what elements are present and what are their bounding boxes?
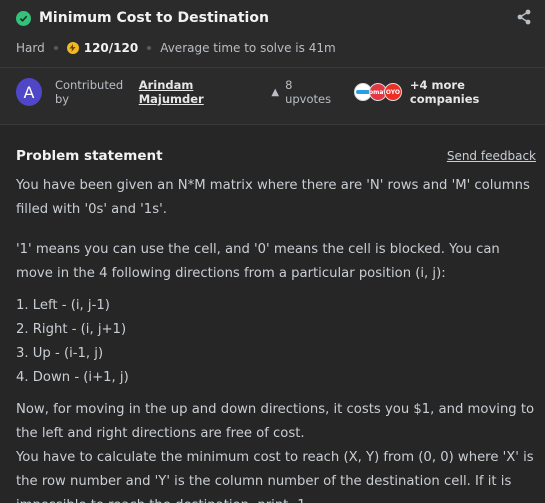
oyo-logo: OYO xyxy=(383,83,402,101)
average-time: Average time to solve is 41m xyxy=(160,41,336,55)
directions-list: 1. Left - (i, j-1) 2. Right - (i, j+1) 3… xyxy=(16,294,536,390)
problem-title: Minimum Cost to Destination xyxy=(39,10,269,26)
coin-icon xyxy=(66,42,79,54)
statement-paragraph-2: '1' means you can use the cell, and '0' … xyxy=(16,242,500,281)
statement-paragraph-3: Now, for moving in the up and down direc… xyxy=(16,402,535,441)
author-link[interactable]: Arindam Majumder xyxy=(139,78,254,106)
company-logos: zomato OYO xyxy=(353,83,402,101)
meta-row: Hard 120/120 Average time to solve is 41… xyxy=(16,36,529,60)
check-icon xyxy=(16,10,31,26)
statement-paragraph-1: You have been given an N*M matrix where … xyxy=(16,178,530,217)
separator-dot xyxy=(147,46,152,50)
separator-dot xyxy=(53,46,58,50)
direction-item: 2. Right - (i, j+1) xyxy=(16,322,127,337)
direction-item: 1. Left - (i, j-1) xyxy=(16,298,110,313)
direction-item: 4. Down - (i+1, j) xyxy=(16,370,129,385)
contributor-row: A Contributed by Arindam Majumder ▲ 8 up… xyxy=(16,68,529,116)
title-row: Minimum Cost to Destination xyxy=(16,0,529,36)
statement-header: Problem statement Send feedback xyxy=(16,144,536,168)
upvote-count: 8 upvotes xyxy=(285,78,332,106)
statement-heading: Problem statement xyxy=(16,148,163,164)
contributed-by-label: Contributed by xyxy=(54,78,124,106)
upvote-icon[interactable]: ▲ xyxy=(271,87,279,98)
send-feedback-link[interactable]: Send feedback xyxy=(447,144,536,168)
avatar: A xyxy=(16,78,42,106)
statement-paragraph-4: You have to calculate the minimum cost t… xyxy=(16,450,534,503)
score: 120/120 xyxy=(83,41,139,55)
difficulty-label: Hard xyxy=(16,41,45,55)
problem-header: Minimum Cost to Destination Hard 120/120… xyxy=(0,0,545,125)
share-icon[interactable] xyxy=(515,8,533,26)
more-companies[interactable]: +4 more companies xyxy=(410,78,529,106)
direction-item: 3. Up - (i-1, j) xyxy=(16,346,104,361)
problem-statement: Problem statement Send feedback You have… xyxy=(0,125,545,503)
